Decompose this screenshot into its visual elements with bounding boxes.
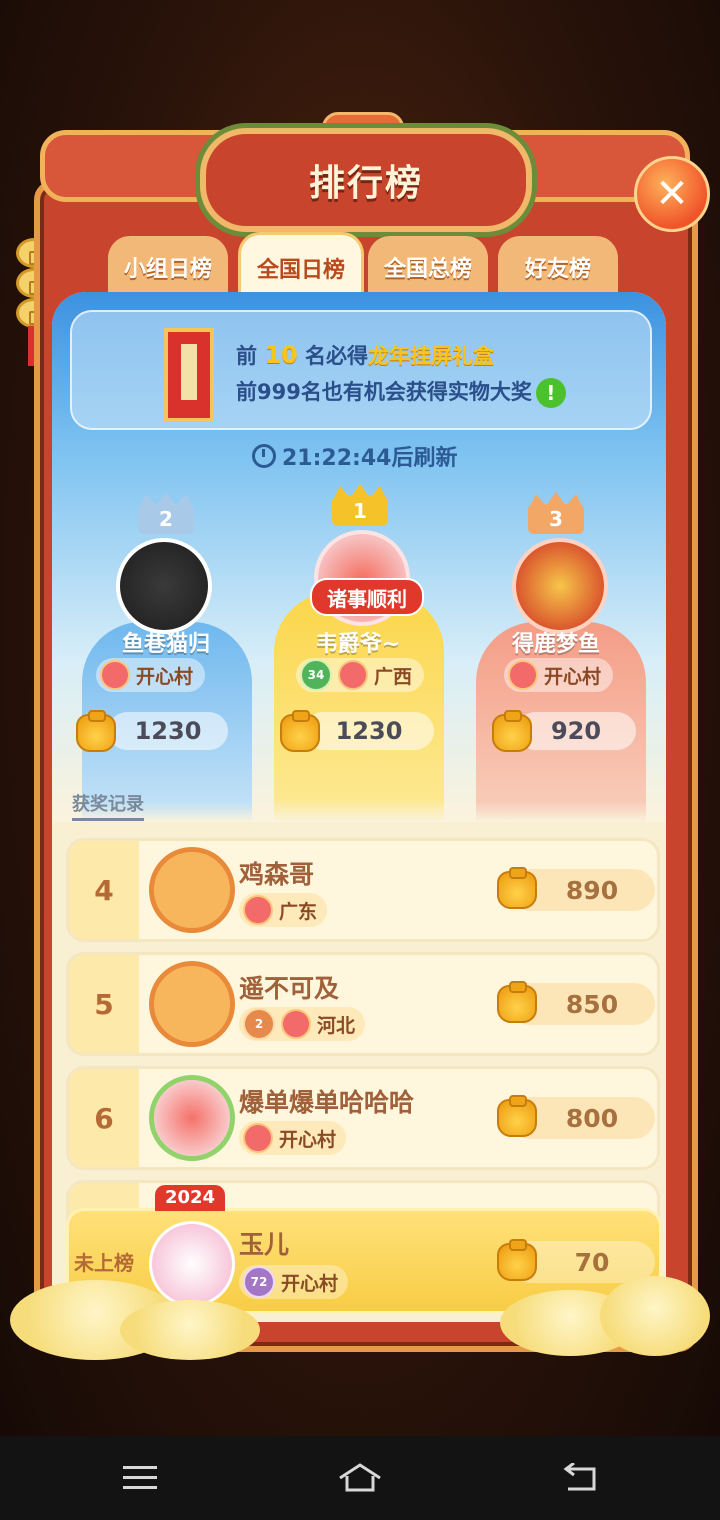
level-badge: 72 — [243, 1266, 275, 1298]
list-item[interactable]: 5 遥不可及 2 河北 850 — [66, 952, 660, 1056]
village-badge-icon — [508, 660, 538, 690]
tab-label: 好友榜 — [524, 257, 591, 282]
region-tag: 开心村 — [239, 1121, 347, 1155]
tab-label: 全国总榜 — [383, 257, 472, 282]
score-value: 1230 — [108, 712, 228, 750]
banner-line-2: 前999名也有机会获得实物大奖! — [236, 376, 566, 408]
player-name: 遥不可及 — [239, 974, 340, 1003]
money-bag-icon — [76, 710, 116, 752]
list-item[interactable]: 6 爆单爆单哈哈哈 开心村 800 — [66, 1066, 660, 1170]
avatar[interactable] — [116, 538, 212, 634]
player-name: 得鹿梦鱼 — [511, 632, 600, 657]
money-bag-icon — [497, 1095, 537, 1137]
rank-number: 5 — [94, 987, 114, 1021]
village-badge-icon — [100, 660, 130, 690]
close-button[interactable]: ✕ — [634, 156, 710, 232]
crown-rank-1-icon: 1 — [332, 484, 388, 526]
village-badge-icon — [338, 660, 368, 690]
tab-national-daily[interactable]: 全国日榜 — [238, 232, 364, 301]
player-name: 韦爵爷~ — [315, 632, 401, 657]
prize-scroll-icon — [164, 328, 214, 422]
money-bag-icon — [497, 981, 537, 1023]
tab-group-daily[interactable]: 小组日榜 — [108, 236, 228, 298]
score-value: 920 — [516, 712, 636, 750]
crown-rank-2-icon: 2 — [138, 492, 194, 534]
avatar[interactable] — [512, 538, 608, 634]
region-tag: 广东 — [239, 893, 328, 927]
tab-label: 小组日榜 — [123, 257, 212, 282]
home-icon — [339, 1463, 381, 1492]
money-bag-icon — [497, 867, 537, 909]
avatar[interactable] — [149, 847, 235, 933]
page-title: 排行榜 — [308, 163, 423, 204]
tab-national-total[interactable]: 全国总榜 — [368, 236, 488, 298]
crown-rank-3-icon: 3 — [528, 492, 584, 534]
clock-icon — [252, 444, 276, 468]
leaderboard-panel: 前 10 名必得龙年挂屏礼盒 前999名也有机会获得实物大奖! 21:22:44… — [52, 292, 666, 1322]
refresh-countdown: 21:22:44后刷新 — [252, 440, 457, 472]
menu-button[interactable] — [110, 1456, 170, 1500]
avatar-year-tag: 2024 — [155, 1185, 225, 1211]
info-icon[interactable]: ! — [535, 378, 566, 408]
avatar-tag: 诸事顺利 — [310, 578, 424, 616]
village-badge-icon — [281, 1009, 311, 1039]
back-button[interactable] — [550, 1456, 610, 1500]
banner-line-1: 前 10 名必得龙年挂屏礼盒 — [236, 341, 495, 369]
menu-icon — [123, 1466, 157, 1489]
title-plate: 排行榜 — [200, 128, 532, 232]
region-tag: 2 河北 — [239, 1007, 366, 1041]
region-tag: 开心村 — [96, 658, 206, 692]
player-name: 鱼巷猫归 — [121, 632, 210, 657]
player-name: 鸡森哥 — [239, 860, 315, 889]
list-item[interactable]: 4 鸡森哥 广东 890 — [66, 838, 660, 942]
avatar[interactable] — [149, 961, 235, 1047]
money-bag-icon — [492, 710, 532, 752]
player-name: 玉儿 — [239, 1230, 290, 1259]
region-tag: 开心村 — [504, 658, 614, 692]
village-badge-icon — [243, 1123, 273, 1153]
level-badge: 34 — [300, 659, 332, 691]
tab-friends[interactable]: 好友榜 — [498, 236, 618, 298]
score-value: 1230 — [304, 712, 434, 750]
region-tag: 34 广西 — [296, 658, 425, 692]
village-badge-icon — [243, 895, 273, 925]
cloud-decoration — [600, 1276, 710, 1356]
rank-number: 6 — [94, 1101, 114, 1135]
award-history-link[interactable]: 获奖记录 — [72, 790, 144, 821]
money-bag-icon — [280, 710, 320, 752]
close-icon: ✕ — [655, 171, 689, 217]
region-tag: 72 开心村 — [239, 1265, 349, 1299]
home-button[interactable] — [330, 1456, 390, 1500]
player-name: 爆单爆单哈哈哈 — [239, 1088, 415, 1117]
tab-label: 全国日榜 — [256, 258, 345, 283]
cloud-decoration — [120, 1300, 260, 1360]
money-bag-icon — [497, 1239, 537, 1281]
avatar[interactable] — [149, 1075, 235, 1161]
level-badge: 2 — [243, 1008, 275, 1040]
avatar[interactable] — [149, 1221, 235, 1307]
rank-number: 4 — [94, 873, 114, 907]
prize-banner[interactable]: 前 10 名必得龙年挂屏礼盒 前999名也有机会获得实物大奖! — [70, 310, 652, 430]
back-icon — [563, 1463, 596, 1491]
